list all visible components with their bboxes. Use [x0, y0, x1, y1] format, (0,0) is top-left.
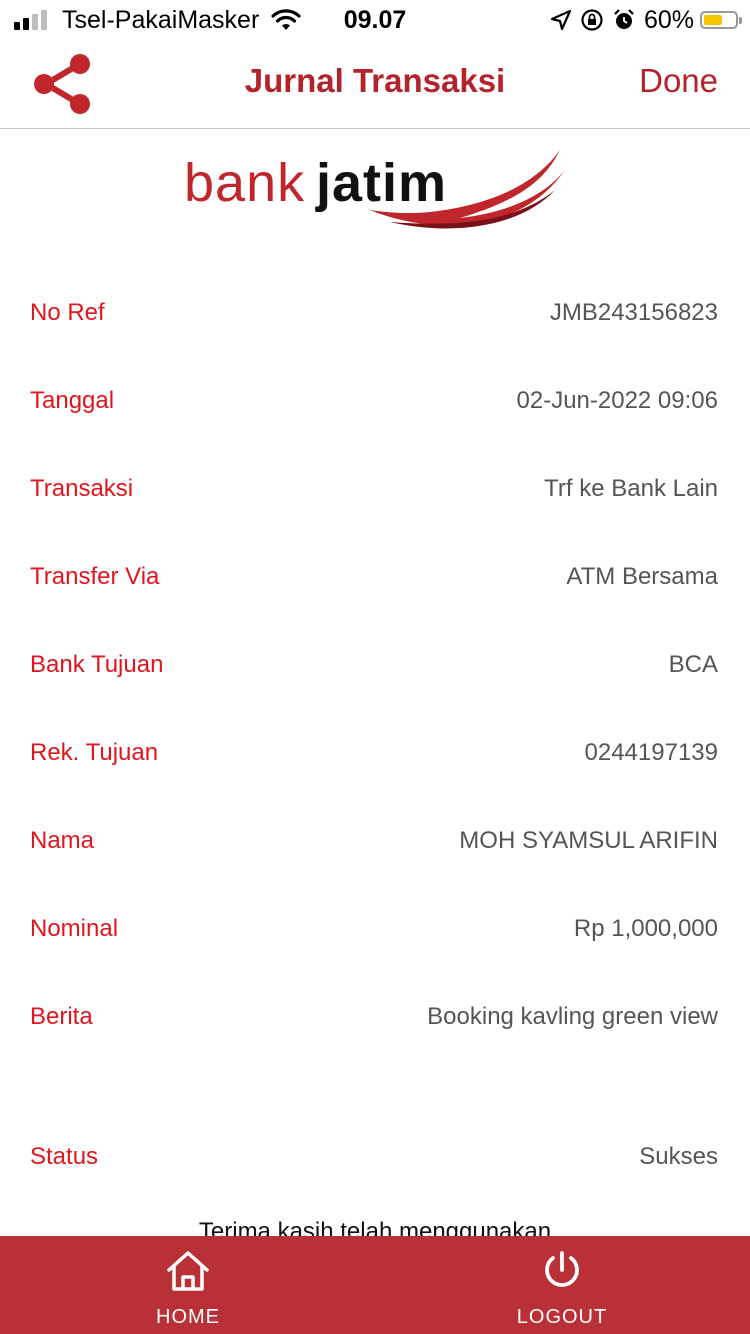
location-arrow-icon [550, 9, 572, 31]
detail-value: BCA [668, 651, 718, 678]
bottom-tab-bar: HOME LOGOUT [0, 1236, 750, 1334]
detail-label: No Ref [30, 299, 105, 326]
status-bar: Tsel-PakaiMasker 09.07 60% [0, 0, 750, 40]
detail-row-nama: Nama MOH SYAMSUL ARIFIN [30, 819, 718, 863]
detail-row-no-ref: No Ref JMB243156823 [30, 291, 718, 335]
power-icon [545, 1251, 579, 1287]
page-title: Jurnal Transaksi [244, 62, 506, 99]
detail-value: ATM Bersama [566, 563, 718, 590]
tab-logout-label: LOGOUT [516, 1306, 608, 1328]
detail-value: JMB243156823 [549, 299, 718, 326]
done-button[interactable]: Done [639, 62, 718, 100]
bankjatim-logo: bank jatim [180, 140, 580, 235]
detail-value: Rp 1,000,000 [573, 915, 718, 942]
detail-label: Berita [30, 1003, 93, 1030]
detail-label: Nominal [30, 915, 119, 942]
battery-icon [700, 11, 742, 29]
detail-row-transaksi: Transaksi Trf ke Bank Lain [30, 467, 718, 511]
detail-row-rek-tujuan: Rek. Tujuan 0244197139 [30, 731, 718, 775]
detail-row-tanggal: Tanggal 02-Jun-2022 09:06 [30, 379, 718, 423]
detail-label: Bank Tujuan [30, 651, 164, 678]
detail-label: Transaksi [30, 475, 134, 502]
alarm-icon [614, 9, 634, 29]
nav-header: Jurnal Transaksi Done [0, 40, 750, 129]
detail-label: Nama [30, 827, 95, 854]
screen: Tsel-PakaiMasker 09.07 60% Jurnal Transa… [0, 0, 750, 1334]
battery-level-fill [704, 15, 722, 25]
detail-label: Transfer Via [30, 563, 160, 590]
logo-text-jatim: jatim [316, 153, 448, 213]
detail-label: Tanggal [30, 387, 115, 414]
detail-row-nominal: Nominal Rp 1,000,000 [30, 907, 718, 951]
detail-value: Trf ke Bank Lain [544, 475, 718, 502]
tab-logout[interactable]: LOGOUT [462, 1236, 662, 1334]
tab-home[interactable]: HOME [88, 1236, 288, 1334]
detail-row-transfer-via: Transfer Via ATM Bersama [30, 555, 718, 599]
status-right: 60% [542, 4, 742, 36]
tab-home-label: HOME [156, 1306, 220, 1328]
detail-row-bank-tujuan: Bank Tujuan BCA [30, 643, 718, 687]
home-icon [167, 1251, 209, 1291]
detail-value: 0244197139 [584, 739, 718, 766]
status-value: Sukses [639, 1143, 718, 1170]
detail-value: Booking kavling green view [427, 1003, 718, 1030]
detail-value: MOH SYAMSUL ARIFIN [459, 827, 718, 854]
detail-row-status: Status Sukses [30, 1135, 718, 1179]
battery-percent: 60% [643, 5, 694, 34]
detail-value: 02-Jun-2022 09:06 [516, 387, 719, 414]
logo-text-bank: bank [184, 153, 306, 213]
detail-label: Rek. Tujuan [30, 739, 159, 766]
detail-row-berita: Berita Booking kavling green view [30, 995, 718, 1039]
detail-label: Status [30, 1143, 99, 1170]
orientation-lock-icon [581, 9, 603, 31]
